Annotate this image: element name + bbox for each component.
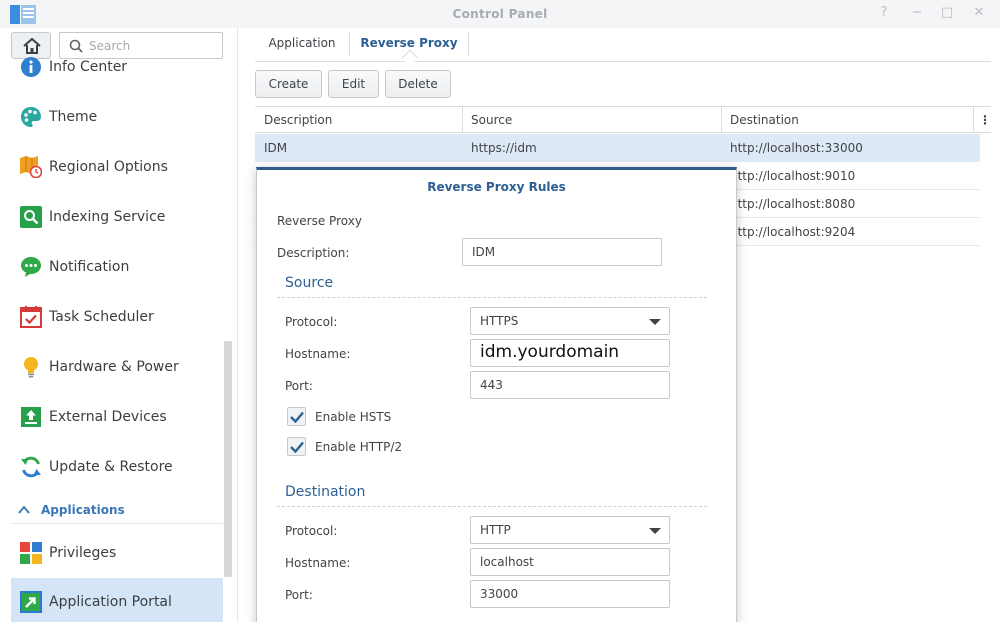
checkmark-icon (290, 441, 304, 454)
column-divider (721, 107, 722, 133)
dialog-title: Reverse Proxy Rules (427, 180, 566, 194)
sidebar-item-label: Notification (49, 259, 130, 275)
tab-divider (468, 32, 469, 56)
tab-bar: Application Reverse Proxy (255, 28, 991, 62)
section-divider (277, 506, 707, 507)
column-header-destination[interactable]: Destination (730, 113, 799, 127)
cell-destination: http://localhost:8080 (730, 197, 856, 211)
minimize-button[interactable]: − (910, 6, 924, 20)
sidebar-item-label: Regional Options (49, 159, 168, 175)
help-button[interactable]: ? (877, 6, 891, 20)
delete-button[interactable]: Delete (385, 70, 451, 98)
sidebar-item-label: Privileges (49, 545, 117, 561)
sidebar-item-privileges[interactable]: Privileges (11, 531, 223, 575)
portal-arrow-icon (20, 591, 42, 613)
create-button[interactable]: Create (255, 70, 322, 98)
source-protocol-select[interactable]: HTTPS (470, 307, 670, 335)
sidebar-item-regional-options[interactable]: Regional Options (11, 145, 223, 189)
sidebar-item-label: Hardware & Power (49, 359, 179, 375)
sidebar-item-info-center[interactable]: Info Center (11, 45, 223, 89)
source-port-input[interactable]: 443 (470, 371, 670, 399)
sidebar-item-label: Update & Restore (49, 459, 173, 475)
section-divider (277, 297, 707, 298)
sidebar-item-application-portal[interactable]: Application Portal (11, 578, 223, 622)
column-menu-icon[interactable]: ⋮ (979, 113, 991, 127)
source-protocol-value: HTTPS (480, 314, 519, 328)
section-label: Applications (41, 503, 125, 517)
cell-destination: http://localhost:9204 (730, 225, 856, 239)
sidebar-item-theme[interactable]: Theme (11, 95, 223, 139)
chevron-up-icon (18, 505, 30, 514)
cell-source: https://idm (471, 141, 537, 155)
source-hostname-input[interactable]: idm.yourdomain (470, 339, 670, 367)
destination-protocol-label: Protocol: (285, 524, 338, 538)
table-row[interactable]: IDM https://idm http://localhost:33000 (255, 134, 980, 162)
sidebar-item-label: Application Portal (49, 594, 172, 610)
sidebar-item-label: Theme (49, 109, 98, 125)
dropdown-arrow-icon (649, 528, 661, 534)
destination-protocol-select[interactable]: HTTP (470, 516, 670, 544)
sidebar-item-indexing-service[interactable]: Indexing Service (11, 195, 223, 239)
destination-port-label: Port: (285, 588, 313, 602)
destination-hostname-input[interactable]: localhost (470, 548, 670, 576)
sidebar-item-notification[interactable]: Notification (11, 245, 223, 289)
checkmark-icon (290, 411, 304, 424)
sidebar-item-task-scheduler[interactable]: Task Scheduler (11, 295, 223, 339)
reverse-proxy-rules-dialog: Reverse Proxy Rules Reverse Proxy Descri… (256, 167, 737, 622)
column-header-source[interactable]: Source (471, 113, 512, 127)
close-button[interactable]: ✕ (972, 6, 986, 20)
sidebar-scrollbar[interactable] (224, 341, 232, 577)
tab-application[interactable]: Application (255, 28, 349, 62)
edit-button[interactable]: Edit (328, 70, 379, 98)
source-hostname-label: Hostname: (285, 347, 351, 361)
window-title: Control Panel (452, 7, 548, 21)
refresh-icon (21, 456, 41, 478)
source-protocol-label: Protocol: (285, 315, 338, 329)
cell-destination: http://localhost:33000 (730, 141, 863, 155)
window-titlebar: Control Panel ? − □ ✕ (0, 0, 1000, 28)
enable-hsts-label[interactable]: Enable HSTS (315, 410, 391, 424)
destination-section-title: Destination (285, 484, 366, 500)
destination-port-input[interactable]: 33000 (470, 580, 670, 608)
sidebar-item-label: External Devices (49, 409, 167, 425)
description-label: Description: (277, 246, 350, 260)
sidebar-item-update-restore[interactable]: Update & Restore (11, 445, 223, 489)
map-clock-icon (20, 156, 42, 178)
info-icon (21, 57, 41, 77)
sidebar-item-external-devices[interactable]: External Devices (11, 395, 223, 439)
cell-description: IDM (264, 141, 288, 155)
chat-bubble-icon (21, 257, 41, 277)
palette-icon (21, 107, 41, 127)
magnifier-icon (20, 206, 42, 228)
enable-http2-checkbox[interactable] (287, 437, 306, 456)
destination-protocol-value: HTTP (480, 523, 511, 537)
lightbulb-icon (24, 357, 38, 378)
dialog-subtitle: Reverse Proxy (277, 214, 362, 228)
sidebar: Info Center Theme Regional Options Index… (0, 28, 238, 622)
table-header: Description Source Destination ⋮ (255, 106, 991, 133)
column-header-description[interactable]: Description (264, 113, 332, 127)
destination-hostname-label: Hostname: (285, 556, 351, 570)
sidebar-item-label: Indexing Service (49, 209, 166, 225)
enable-http2-label[interactable]: Enable HTTP/2 (315, 440, 402, 454)
upload-box-icon (21, 407, 41, 427)
source-section-title: Source (285, 275, 334, 291)
source-port-label: Port: (285, 379, 313, 393)
sidebar-item-hardware-power[interactable]: Hardware & Power (11, 345, 223, 389)
maximize-button[interactable]: □ (940, 6, 954, 20)
sidebar-section-applications[interactable]: Applications (11, 498, 223, 524)
calendar-check-icon (20, 306, 42, 328)
description-input[interactable]: IDM (462, 238, 662, 266)
enable-hsts-checkbox[interactable] (287, 407, 306, 426)
column-divider (462, 107, 463, 133)
sidebar-item-label: Info Center (49, 59, 128, 75)
sidebar-item-label: Task Scheduler (49, 309, 154, 325)
colored-squares-icon (20, 542, 42, 564)
dropdown-arrow-icon (649, 319, 661, 325)
cell-destination: http://localhost:9010 (730, 169, 856, 183)
column-divider (973, 107, 974, 133)
